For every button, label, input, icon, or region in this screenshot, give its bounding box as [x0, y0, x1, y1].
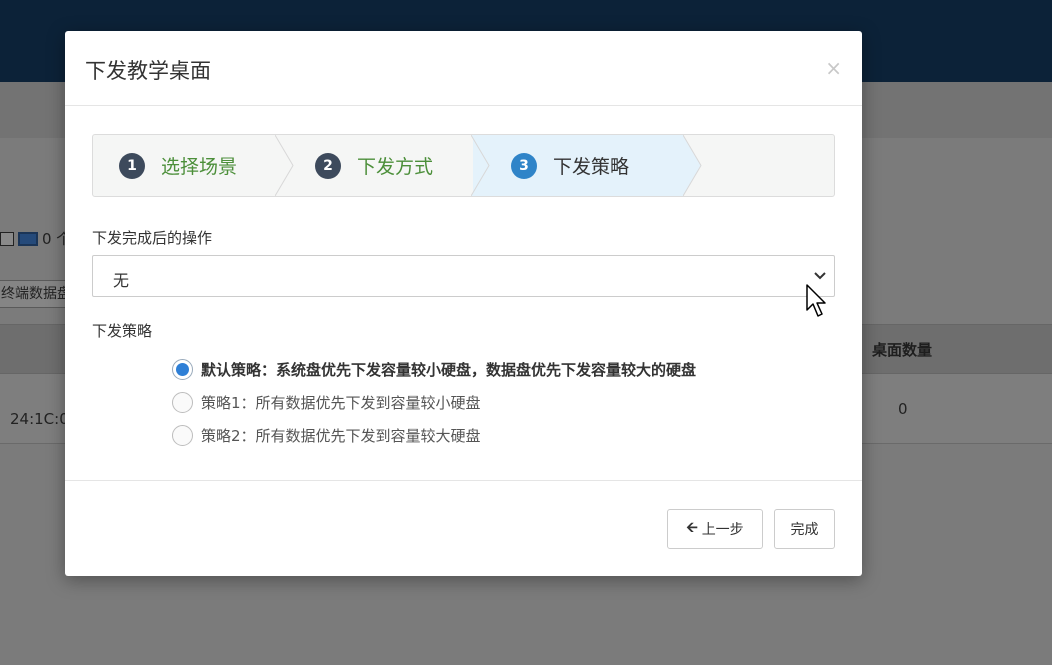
mouse-pointer-icon — [806, 284, 826, 317]
step-label: 选择场景 — [161, 156, 238, 178]
select-all-checkbox[interactable] — [0, 231, 14, 246]
step-label: 下发方式 — [357, 156, 434, 178]
finish-button[interactable]: 完成 — [774, 509, 835, 549]
step-divider-icon — [275, 135, 294, 196]
radio-button[interactable] — [172, 359, 193, 380]
strategy-option-2[interactable]: 策略2：所有数据优先下发到容量较大硬盘 — [172, 419, 696, 452]
radio-label: 默认策略：系统盘优先下发容量较小硬盘，数据盘优先下发容量较大的硬盘 — [201, 361, 697, 379]
after-action-select[interactable]: 无 — [92, 255, 835, 297]
chevron-down-icon — [814, 272, 826, 280]
dialog-header: 下发教学桌面 × — [65, 31, 862, 106]
dialog-title: 下发教学桌面 — [85, 59, 211, 83]
col-desktop-count: 桌面数量 — [872, 341, 933, 359]
radio-label: 策略1：所有数据优先下发到容量较小硬盘 — [201, 394, 481, 412]
radio-button[interactable] — [172, 425, 193, 446]
strategy-option-default[interactable]: 默认策略：系统盘优先下发容量较小硬盘，数据盘优先下发容量较大的硬盘 — [172, 353, 696, 386]
step-number: 3 — [511, 152, 537, 179]
monitor-icon — [18, 231, 38, 246]
step-label: 下发策略 — [553, 156, 630, 178]
step-number: 2 — [315, 152, 341, 179]
background-select-row: 0 个 — [0, 228, 71, 249]
step-divider-icon — [683, 135, 702, 196]
strategy-radio-group: 默认策略：系统盘优先下发容量较小硬盘，数据盘优先下发容量较大的硬盘 策略1：所有… — [172, 353, 696, 452]
dispatch-desktop-dialog: 下发教学桌面 × 1 选择场景 2 下发方式 3 下发策略 下发完成后的操作 无… — [65, 31, 862, 576]
strategy-option-1[interactable]: 策略1：所有数据优先下发到容量较小硬盘 — [172, 386, 696, 419]
step-select-scene[interactable]: 1 选择场景 — [119, 135, 237, 196]
row-mac: 24:1C:0 — [10, 410, 69, 428]
step-number: 1 — [119, 152, 145, 179]
step-dispatch-method[interactable]: 2 下发方式 — [315, 135, 433, 196]
step-divider-icon — [471, 135, 491, 196]
strategy-label: 下发策略 — [92, 322, 153, 340]
step-dispatch-strategy[interactable]: 3 下发策略 — [511, 135, 629, 196]
arrow-left-icon: 🡨 — [686, 520, 698, 536]
after-action-label: 下发完成后的操作 — [92, 229, 213, 247]
finish-label: 完成 — [790, 522, 819, 538]
previous-step-button[interactable]: 🡨 上一步 — [667, 509, 763, 549]
footer-divider — [65, 480, 862, 481]
row-desktop-count: 0 — [898, 400, 908, 418]
after-action-value: 无 — [113, 271, 130, 290]
close-icon[interactable]: × — [825, 58, 842, 78]
previous-step-label: 上一步 — [701, 522, 744, 538]
radio-label: 策略2：所有数据优先下发到容量较大硬盘 — [201, 427, 481, 445]
wizard-steps: 1 选择场景 2 下发方式 3 下发策略 — [92, 134, 835, 197]
radio-button[interactable] — [172, 392, 193, 413]
